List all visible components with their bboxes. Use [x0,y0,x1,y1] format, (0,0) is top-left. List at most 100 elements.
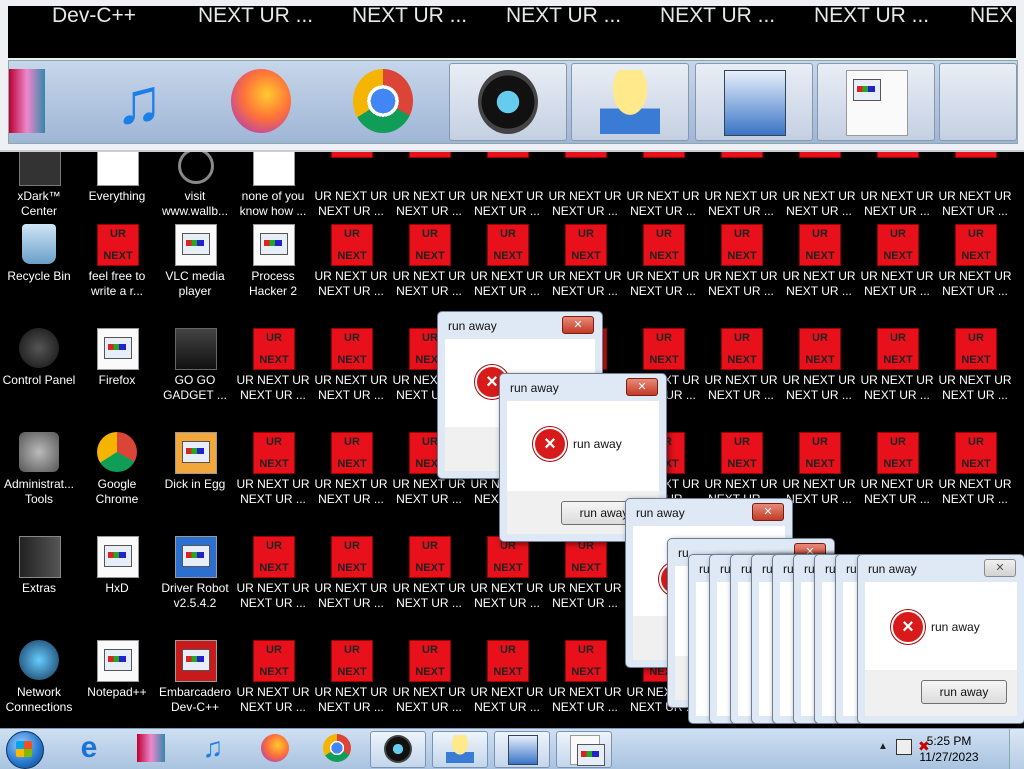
desktop-icon-firefox[interactable]: Firefox [78,314,156,418]
thumbnail-title[interactable]: NEX [970,6,1013,28]
desktop-icon-process-hacker[interactable]: Process Hacker 2 [234,210,312,314]
desktop-icon-administrative-tools[interactable]: Administrat... Tools [0,418,78,522]
desktop-icon-ur-next[interactable]: URNEXT UR NEXT UR NEXT UR ... [234,418,312,522]
desktop-icon-ur-next[interactable]: URNEXT UR NEXT UR NEXT UR ... [468,210,546,314]
document-thumb[interactable] [817,63,935,141]
icon-label: feel free to write a r... [88,269,146,298]
desktop-icon-ur-next[interactable]: URNEXT UR NEXT UR NEXT UR ... [234,626,312,728]
show-desktop-button[interactable] [1009,729,1024,769]
desktop-icon-ur-next[interactable]: URNEXT UR NEXT UR NEXT UR ... [390,626,468,728]
desktop-icon-notepad-plus-plus[interactable]: Notepad++ [78,626,156,728]
desktop-icon-ur-next[interactable]: URNEXT UR NEXT UR NEXT UR ... [702,210,780,314]
close-button[interactable]: ✕ [752,503,784,521]
desktop-icon-driver-robot[interactable]: Driver Robot v2.5.4.2 [156,522,234,626]
taskbar-itunes[interactable]: ♫ [186,731,240,766]
desktop-icon-dick-in-egg[interactable]: Dick in Egg [156,418,234,522]
icon-label: VLC media player [165,269,225,298]
desktop-icon-ur-next[interactable]: URNEXT UR NEXT UR NEXT UR ... [390,210,468,314]
desktop-icon-google-chrome[interactable]: Google Chrome [78,418,156,522]
chevron-up-icon[interactable]: ▲ [878,741,888,752]
clock[interactable]: 5:25 PM 11/27/2023 [904,733,994,765]
desktop-icon-ur-next[interactable]: URNEXT UR NEXT UR NEXT UR ... [858,418,936,522]
ur-next-icon: URNEXT [955,224,997,266]
close-button[interactable]: ✕ [984,559,1016,577]
taskbar-projector[interactable] [494,731,550,768]
webcam-icon [478,70,538,134]
thumbnail-title[interactable]: NEXT UR ... [814,6,929,28]
taskbar-chrome[interactable] [310,731,364,766]
desktop-icon-recycle-bin[interactable]: Recycle Bin [0,210,78,314]
firefox-thumb[interactable] [203,63,319,139]
thumbnail-title[interactable]: Dev-C++ [52,6,136,28]
taskbar-winrar[interactable] [124,731,178,766]
projector-thumb[interactable] [695,63,813,141]
itunes-thumb[interactable]: ♫ [81,63,197,139]
desktop-icon-ur-next[interactable]: URNEXT UR NEXT UR NEXT UR ... [936,210,1014,314]
desktop-icon-ur-next[interactable]: URNEXT UR NEXT UR NEXT UR ... [780,210,858,314]
run-away-button[interactable]: run away [921,680,1007,704]
dialog-message: run away [573,437,622,451]
run-away-dialog-front[interactable]: run away ✕ × run away run away [857,554,1024,724]
process-hacker-icon [253,224,295,266]
ur-next-icon: URNEXT [877,328,919,370]
chrome-thumb[interactable] [325,63,441,139]
icon-label: Dick in Egg [164,477,226,491]
desktop-icon-ur-next[interactable]: URNEXT UR NEXT UR NEXT UR ... [702,314,780,418]
thumbnail-title[interactable]: NEXT UR ... [198,6,313,28]
icon-label: UR NEXT UR NEXT UR ... [548,581,622,610]
ur-next-icon: URNEXT [721,432,763,474]
icon-label: UR NEXT UR NEXT UR ... [626,269,700,298]
system-tray: ▲ ✖ 5:25 PM 11/27/2023 [834,729,1024,769]
desktop-icon-ur-next[interactable]: URNEXT UR NEXT UR NEXT UR ... [546,626,624,728]
icon-label: UR NEXT UR NEXT UR ... [782,269,856,298]
taskbar-messenger[interactable] [432,731,488,768]
desktop-icon-ur-next[interactable]: URNEXT UR NEXT UR NEXT UR ... [546,210,624,314]
ur-next-icon: URNEXT [565,536,607,578]
thumbnail-title[interactable]: NEXT UR ... [506,6,621,28]
archive-icon [9,69,45,133]
blank-thumb[interactable] [939,63,1017,141]
thumbnail-title[interactable]: NEXT UR ... [352,6,467,28]
desktop-icon-ur-next[interactable]: URNEXT UR NEXT UR NEXT UR ... [780,314,858,418]
taskbar-document[interactable] [556,731,612,768]
desktop-icon-ur-next[interactable]: URNEXT UR NEXT UR NEXT UR ... [312,522,390,626]
winrar-thumb[interactable] [9,63,49,139]
desktop-icon-go-go-gadget[interactable]: GO GO GADGET ... [156,314,234,418]
thumbnail-title[interactable]: NEXT UR ... [660,6,775,28]
desktop-icon-control-panel[interactable]: Control Panel [0,314,78,418]
desktop-icon-hxd[interactable]: HxD [78,522,156,626]
desktop-icon-ur-next[interactable]: URNEXT UR NEXT UR NEXT UR ... [312,418,390,522]
desktop-icon-ur-next[interactable]: URNEXT UR NEXT UR NEXT UR ... [390,522,468,626]
start-button[interactable] [6,731,44,769]
desktop-icon-ur-next[interactable]: URNEXT UR NEXT UR NEXT UR ... [468,626,546,728]
desktop-icon-ur-next[interactable]: URNEXT UR NEXT UR NEXT UR ... [312,210,390,314]
close-button[interactable]: ✕ [626,378,658,396]
desktop-icon-extras[interactable]: Extras [0,522,78,626]
taskbar-firefox[interactable] [248,731,302,766]
desktop-icon-ur-next[interactable]: URNEXT UR NEXT UR NEXT UR ... [312,314,390,418]
taskbar-ie[interactable]: e [62,731,116,766]
close-button[interactable]: ✕ [562,316,594,334]
recycle-bin-icon [22,224,56,264]
icon-label: UR NEXT UR NEXT UR ... [860,373,934,402]
desktop-icon-ur-next[interactable]: URNEXT UR NEXT UR NEXT UR ... [936,418,1014,522]
desktop-icon-ur-next[interactable]: URNEXT UR NEXT UR NEXT UR ... [234,314,312,418]
dialog-message: run away [931,620,980,634]
desktop-icon-ur-next[interactable]: UR NEXT feel free to write a r... [78,210,156,314]
desktop-icon-embarcadero-dev-cpp[interactable]: Embarcadero Dev-C++ [156,626,234,728]
desktop-icon-network-connections[interactable]: Network Connections [0,626,78,728]
icon-label: Administrat... Tools [3,477,75,506]
desktop-icon-ur-next[interactable]: URNEXT UR NEXT UR NEXT UR ... [234,522,312,626]
desktop-icon-ur-next[interactable]: URNEXT UR NEXT UR NEXT UR ... [936,314,1014,418]
webcam-thumb[interactable] [449,63,567,141]
desktop-icon-vlc[interactable]: VLC media player [156,210,234,314]
desktop-icon-ur-next[interactable]: URNEXT UR NEXT UR NEXT UR ... [312,626,390,728]
desktop-icon-ur-next[interactable]: URNEXT UR NEXT UR NEXT UR ... [624,210,702,314]
desktop-icon-ur-next[interactable]: URNEXT UR NEXT UR NEXT UR ... [858,210,936,314]
desktop-icon-ur-next[interactable]: URNEXT UR NEXT UR NEXT UR ... [858,314,936,418]
vlc-icon [175,224,217,266]
messenger-thumb[interactable] [571,63,689,141]
dialog-title: ru [846,562,857,576]
taskbar: e ♫ ▲ ✖ 5:25 PM 11/27/2023 [0,728,1024,769]
taskbar-webcam[interactable] [370,731,426,768]
